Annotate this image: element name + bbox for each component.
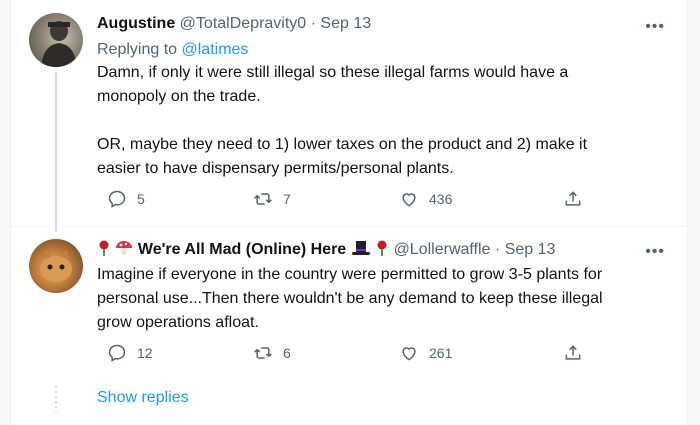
reply-count: 12	[137, 345, 153, 361]
tweet[interactable]: Augustine @TotalDepravity0 · Sep 13 ••• …	[11, 0, 687, 232]
share-button[interactable]	[563, 189, 583, 209]
avatar[interactable]	[29, 239, 83, 293]
retweet-icon	[254, 347, 272, 359]
thread-line	[55, 72, 57, 232]
tweet-actions: 12 6 261	[97, 343, 581, 367]
tweet-date[interactable]: Sep 13	[320, 15, 371, 32]
thread-dots	[55, 386, 57, 412]
replying-to: Replying to @latimes	[97, 40, 248, 60]
like-button[interactable]: 436	[399, 189, 452, 209]
retweet-button[interactable]: 7	[253, 189, 291, 209]
reply-button[interactable]: 5	[107, 189, 145, 209]
tweet-header: We're All Mad (Online) Here @Lollerwaffl…	[97, 240, 555, 262]
replying-prefix: Replying to	[97, 41, 182, 58]
more-icon[interactable]: •••	[645, 243, 665, 261]
rose-icon	[97, 240, 111, 262]
mushroom-icon	[115, 240, 133, 262]
like-count: 261	[429, 345, 453, 361]
user-handle[interactable]: @TotalDepravity0	[180, 15, 307, 32]
retweet-count: 7	[283, 191, 291, 207]
tweet[interactable]: We're All Mad (Online) Here @Lollerwaffl…	[11, 226, 687, 372]
tweet-text: Damn, if only it were still illegal so t…	[97, 64, 588, 177]
timeline-panel: Augustine @TotalDepravity0 · Sep 13 ••• …	[10, 0, 688, 425]
display-name[interactable]: We're All Mad (Online) Here	[138, 241, 346, 258]
rose-icon	[375, 240, 389, 262]
retweet-icon	[254, 193, 272, 205]
reply-icon	[108, 190, 126, 208]
tweet-text: Imagine if everyone in the country were …	[97, 266, 603, 331]
separator: ·	[310, 15, 316, 32]
heart-icon	[402, 347, 416, 361]
avatar[interactable]	[29, 13, 83, 67]
tweet-header: Augustine @TotalDepravity0 · Sep 13	[97, 14, 371, 34]
reply-count: 5	[137, 191, 145, 207]
share-button[interactable]	[563, 343, 583, 363]
share-icon	[565, 191, 581, 206]
heart-icon	[402, 193, 416, 207]
share-icon	[565, 345, 581, 360]
reply-icon	[108, 344, 126, 362]
separator: ·	[494, 241, 501, 258]
retweet-button[interactable]: 6	[253, 343, 291, 363]
like-button[interactable]: 261	[399, 343, 452, 363]
tweet-date[interactable]: Sep 13	[505, 241, 556, 258]
like-count: 436	[429, 191, 453, 207]
user-handle[interactable]: @Lollerwaffle	[394, 241, 491, 258]
display-name[interactable]: Augustine	[97, 15, 175, 32]
more-icon[interactable]: •••	[645, 18, 665, 36]
tweet-actions: 5 7 436	[97, 189, 581, 213]
reply-button[interactable]: 12	[107, 343, 153, 363]
show-replies-link[interactable]: Show replies	[97, 389, 189, 407]
retweet-count: 6	[283, 345, 291, 361]
top-hat-icon	[351, 240, 371, 262]
mention-link[interactable]: @latimes	[182, 41, 249, 58]
